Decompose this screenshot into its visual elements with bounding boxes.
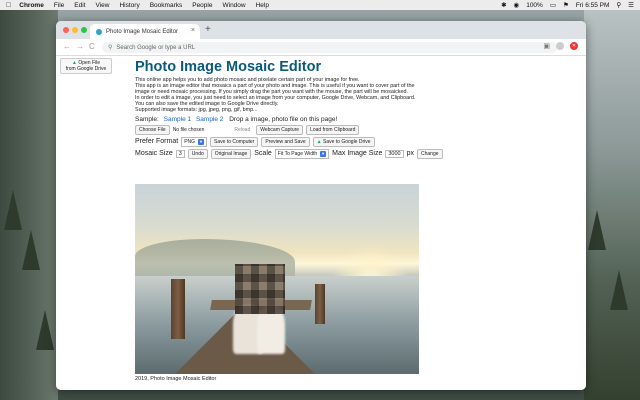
mosaic-size-input[interactable]: 3 <box>175 149 185 158</box>
photo-post-left <box>171 279 185 339</box>
mac-menu-bar:  Chrome File Edit View History Bookmark… <box>0 0 640 10</box>
file-status: No file chosen <box>172 126 205 133</box>
tab-photo-mosaic-editor[interactable]: Photo Image Mosaic Editor × <box>90 24 200 39</box>
undo-button[interactable]: Undo <box>187 148 208 159</box>
apple-icon[interactable]:  <box>6 2 11 9</box>
max-image-size-input[interactable]: 3000 <box>385 149 404 158</box>
profile-avatar-icon[interactable] <box>556 42 564 50</box>
toolbar-actions: ▣ ✕ <box>543 42 578 50</box>
search-icon: ⚲ <box>108 45 113 51</box>
wifi-icon[interactable]: ◉ <box>514 1 520 9</box>
editor-canvas-image[interactable] <box>135 184 419 374</box>
menu-bar-status-area: ✱ ◉ 100% ▭ ⚑ Fri 6:55 PM ⚲ ☰ <box>501 0 634 10</box>
chevron-down-icon: ▼ <box>320 150 327 157</box>
webcam-capture-button[interactable]: Webcam Capture <box>256 124 304 135</box>
drive-button-line2: from Google Drive <box>65 66 107 72</box>
format-value: PNG <box>184 138 196 145</box>
menu-window[interactable]: Window <box>222 2 245 9</box>
mosaic-pixelated-region <box>235 264 285 314</box>
sample-label: Sample: <box>135 115 159 123</box>
prefer-format-label: Prefer Format <box>135 138 179 146</box>
tree-silhouette <box>36 310 54 350</box>
save-drive-label: Save to Google Drive <box>323 138 371 145</box>
tree-silhouette <box>610 270 628 310</box>
battery-icon[interactable]: ▭ <box>550 1 556 9</box>
sample-row: Sample: Sample 1 Sample 2 Drop a image, … <box>135 116 435 123</box>
menu-people[interactable]: People <box>192 2 212 9</box>
menu-view[interactable]: View <box>96 2 110 9</box>
save-to-google-drive-button[interactable]: ▲ Save to Google Drive <box>312 136 375 147</box>
browser-toolbar: ← → C ⚲ Search Google or type a URL ▣ ✕ <box>56 39 586 56</box>
tree-silhouette <box>4 190 22 230</box>
load-from-clipboard-button[interactable]: Load from Clipboard <box>306 124 360 135</box>
desktop-background-right <box>584 10 640 400</box>
tree-silhouette <box>588 210 606 250</box>
tree-silhouette <box>22 230 40 270</box>
sample-2-link[interactable]: Sample 2 <box>196 116 223 123</box>
forward-arrow-icon[interactable]: → <box>76 42 84 51</box>
address-bar-placeholder: Search Google or type a URL <box>116 44 196 51</box>
mosaic-row: Mosaic Size 3 Undo Original Image Scale … <box>135 148 443 159</box>
tab-favicon-icon <box>96 28 102 35</box>
zoom-window-button[interactable] <box>81 27 87 33</box>
choose-file-button[interactable]: Choose File <box>135 124 170 135</box>
footer-credit: 2019, Photo Image Mosaic Editor <box>135 376 217 382</box>
reload-icon[interactable]: C <box>89 42 95 51</box>
change-button[interactable]: Change <box>417 148 443 159</box>
bluetooth-icon[interactable]: ✱ <box>501 1 506 9</box>
scale-label: Scale <box>254 150 272 158</box>
reload-button[interactable]: Reload <box>231 126 253 134</box>
control-center-icon[interactable]: ☰ <box>628 1 634 9</box>
tab-title: Photo Image Mosaic Editor <box>106 28 179 35</box>
clock[interactable]: Fri 6:55 PM <box>576 2 610 9</box>
mosaic-size-label: Mosaic Size <box>135 150 173 158</box>
page-content: ▲ Open File from Google Drive Photo Imag… <box>56 56 586 390</box>
tab-bar: Photo Image Mosaic Editor × + <box>56 21 586 39</box>
flag-icon[interactable]: ⚑ <box>563 1 569 9</box>
scale-select[interactable]: Fit To Page Width ▼ <box>274 148 330 159</box>
save-row: Prefer Format PNG ▼ Save to Computer Pre… <box>135 136 435 147</box>
px-unit-label: px <box>406 150 414 158</box>
menu-bookmarks[interactable]: Bookmarks <box>150 2 183 9</box>
photo-post-right <box>315 284 325 324</box>
description-line: Supported image formats: jpg, jpeg, png,… <box>135 107 258 114</box>
browser-window: Photo Image Mosaic Editor × + ← → C ⚲ Se… <box>56 21 586 390</box>
new-tab-button[interactable]: + <box>205 24 211 35</box>
extension-icon[interactable]: ✕ <box>570 42 578 50</box>
menu-file[interactable]: File <box>54 2 64 9</box>
close-window-button[interactable] <box>63 27 69 33</box>
preview-and-save-button[interactable]: Preview and Save <box>261 136 310 147</box>
minimize-window-button[interactable] <box>72 27 78 33</box>
drop-hint: Drop a image, photo file on this page! <box>229 115 338 123</box>
cast-icon[interactable]: ▣ <box>543 42 550 50</box>
editor-panel: Photo Image Mosaic Editor This online ap… <box>135 56 443 159</box>
original-image-button[interactable]: Original Image <box>210 148 252 159</box>
max-image-size-label: Max Image Size <box>332 150 383 158</box>
desktop-background-left <box>0 10 58 400</box>
menu-help[interactable]: Help <box>256 2 269 9</box>
address-bar[interactable]: ⚲ Search Google or type a URL <box>102 42 557 53</box>
menu-chrome[interactable]: Chrome <box>19 2 44 9</box>
sample-1-link[interactable]: Sample 1 <box>164 116 191 123</box>
chevron-down-icon: ▼ <box>198 138 205 145</box>
page-title: Photo Image Mosaic Editor <box>135 59 322 75</box>
search-icon[interactable]: ⚲ <box>616 1 621 9</box>
open-from-google-drive-button[interactable]: ▲ Open File from Google Drive <box>60 58 112 74</box>
tab-close-icon[interactable]: × <box>191 27 195 34</box>
scale-value: Fit To Page Width <box>277 150 318 157</box>
menu-edit[interactable]: Edit <box>74 2 85 9</box>
battery-level: 100% <box>526 1 543 9</box>
format-select[interactable]: PNG ▼ <box>181 136 208 147</box>
back-arrow-icon[interactable]: ← <box>63 42 71 51</box>
save-to-computer-button[interactable]: Save to Computer <box>210 136 259 147</box>
google-drive-icon: ▲ <box>316 138 322 145</box>
file-row: Choose File No file chosen Reload Webcam… <box>135 124 435 135</box>
menu-history[interactable]: History <box>119 2 139 9</box>
description: This online app helps you to add photo m… <box>135 77 435 114</box>
